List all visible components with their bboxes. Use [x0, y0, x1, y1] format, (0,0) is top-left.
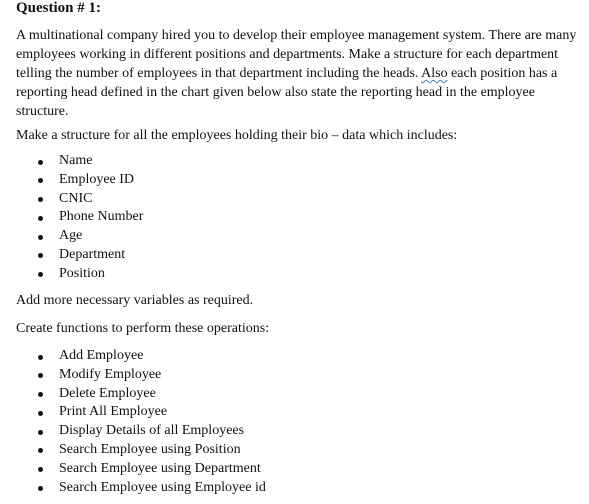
list-item: Phone Number [0, 208, 143, 227]
list-item: Department [0, 246, 143, 265]
list-item: Age [0, 227, 143, 246]
list-item: Print All Employee [0, 403, 266, 422]
intro-paragraph: A multinational company hired you to dev… [16, 26, 586, 121]
functions-intro: Create functions to perform these operat… [16, 321, 270, 336]
list-item: Search Employee using Department [0, 460, 266, 479]
bio-fields-list: Name Employee ID CNIC Phone Number Age D… [0, 152, 143, 284]
list-item: CNIC [0, 190, 143, 209]
spellcheck-flagged-word: Also [421, 66, 448, 81]
question-heading: Question # 1: [16, 0, 102, 16]
functions-list: Add Employee Modify Employee Delete Empl… [0, 347, 266, 497]
list-item: Search Employee using Position [0, 441, 266, 460]
list-item: Delete Employee [0, 385, 266, 404]
list-item: Add Employee [0, 347, 266, 366]
list-item: Employee ID [0, 171, 143, 190]
list-item: Modify Employee [0, 366, 266, 385]
bio-intro: Make a structure for all the employees h… [16, 128, 458, 143]
list-item: Name [0, 152, 143, 171]
list-item: Search Employee using Employee id [0, 479, 266, 498]
extra-note: Add more necessary variables as required… [16, 293, 254, 308]
list-item: Position [0, 265, 143, 284]
list-item: Display Details of all Employees [0, 422, 266, 441]
